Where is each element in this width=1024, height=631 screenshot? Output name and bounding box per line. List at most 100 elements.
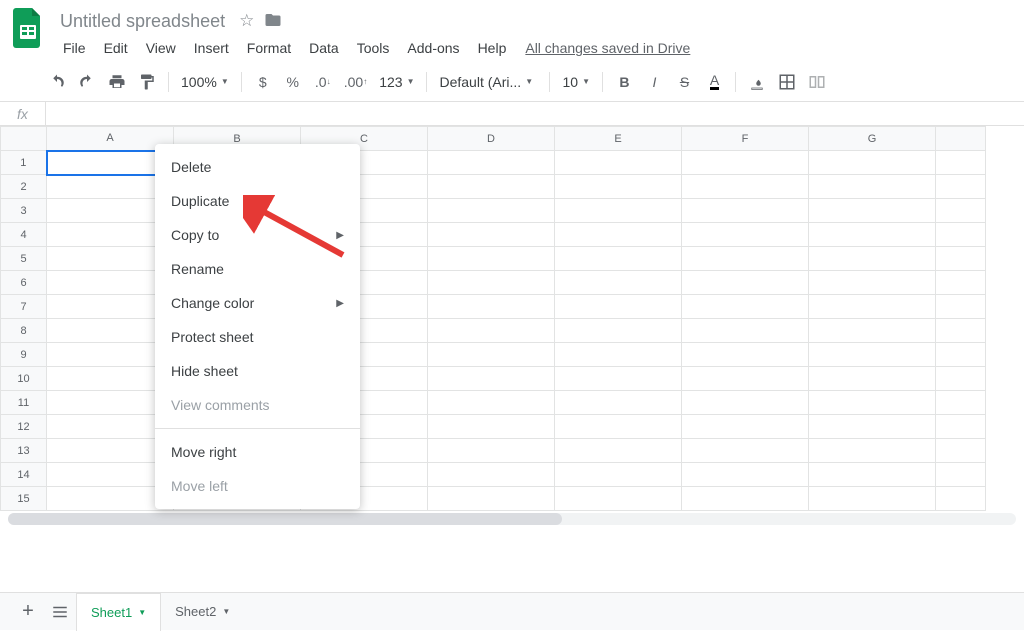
cell[interactable] <box>555 199 682 223</box>
menu-item-protect[interactable]: Protect sheet <box>155 320 360 354</box>
row-header[interactable]: 6 <box>1 271 47 295</box>
menu-help[interactable]: Help <box>469 36 516 60</box>
cell[interactable] <box>428 319 555 343</box>
cell[interactable] <box>428 247 555 271</box>
row-header[interactable]: 2 <box>1 175 47 199</box>
cell[interactable] <box>936 343 986 367</box>
cell[interactable] <box>809 319 936 343</box>
cell[interactable] <box>682 295 809 319</box>
number-format-dropdown[interactable]: 123▼ <box>373 74 420 90</box>
cell[interactable] <box>555 247 682 271</box>
cell[interactable] <box>428 487 555 511</box>
row-header[interactable]: 5 <box>1 247 47 271</box>
print-button[interactable] <box>104 69 130 95</box>
cell[interactable] <box>682 367 809 391</box>
cell[interactable] <box>428 295 555 319</box>
column-header[interactable]: E <box>555 127 682 151</box>
sheet-tab-sheet1[interactable]: Sheet1 ▼ <box>76 593 161 631</box>
cell[interactable] <box>428 223 555 247</box>
cell[interactable] <box>682 391 809 415</box>
cell[interactable] <box>682 247 809 271</box>
cell[interactable] <box>682 271 809 295</box>
cell[interactable] <box>682 151 809 175</box>
menu-file[interactable]: File <box>54 36 95 60</box>
paint-format-button[interactable] <box>134 69 160 95</box>
column-header[interactable]: F <box>682 127 809 151</box>
cell[interactable] <box>555 415 682 439</box>
all-sheets-button[interactable] <box>44 596 76 628</box>
menu-item-changecolor[interactable]: Change color▶ <box>155 286 360 320</box>
increase-decimal-button[interactable]: .00↑ <box>340 69 371 95</box>
strikethrough-button[interactable]: S <box>671 69 697 95</box>
cell[interactable] <box>555 295 682 319</box>
cell[interactable] <box>682 223 809 247</box>
horizontal-scrollbar[interactable] <box>8 513 1016 525</box>
italic-button[interactable]: I <box>641 69 667 95</box>
cell[interactable] <box>555 463 682 487</box>
row-header[interactable]: 12 <box>1 415 47 439</box>
font-dropdown[interactable]: Default (Ari...▼ <box>433 74 543 90</box>
document-title[interactable]: Untitled spreadsheet <box>54 11 231 32</box>
cell[interactable] <box>682 175 809 199</box>
undo-button[interactable] <box>44 69 70 95</box>
column-header[interactable] <box>936 127 986 151</box>
cell[interactable] <box>809 271 936 295</box>
cell[interactable] <box>936 295 986 319</box>
cell[interactable] <box>809 223 936 247</box>
cell[interactable] <box>555 487 682 511</box>
redo-button[interactable] <box>74 69 100 95</box>
cell[interactable] <box>682 415 809 439</box>
cell[interactable] <box>936 367 986 391</box>
menu-format[interactable]: Format <box>238 36 300 60</box>
cell[interactable] <box>555 271 682 295</box>
column-header[interactable]: D <box>428 127 555 151</box>
text-color-button[interactable]: A <box>701 69 727 95</box>
cell[interactable] <box>555 175 682 199</box>
cell[interactable] <box>555 223 682 247</box>
cell[interactable] <box>428 367 555 391</box>
cell[interactable] <box>809 487 936 511</box>
cell[interactable] <box>555 391 682 415</box>
menu-item-delete[interactable]: Delete <box>155 150 360 184</box>
cell[interactable] <box>809 151 936 175</box>
menu-addons[interactable]: Add-ons <box>398 36 468 60</box>
row-header[interactable]: 14 <box>1 463 47 487</box>
row-header[interactable]: 1 <box>1 151 47 175</box>
row-header[interactable]: 15 <box>1 487 47 511</box>
row-header[interactable]: 4 <box>1 223 47 247</box>
cell[interactable] <box>428 151 555 175</box>
sheet-tab-sheet2[interactable]: Sheet2 ▼ <box>161 593 244 631</box>
cell[interactable] <box>428 463 555 487</box>
row-header[interactable]: 10 <box>1 367 47 391</box>
menu-item-rename[interactable]: Rename <box>155 252 360 286</box>
row-header[interactable]: 9 <box>1 343 47 367</box>
menu-tools[interactable]: Tools <box>348 36 399 60</box>
cell[interactable] <box>555 343 682 367</box>
sheets-logo[interactable] <box>8 8 48 48</box>
cell[interactable] <box>809 199 936 223</box>
star-icon[interactable]: ☆ <box>239 11 254 31</box>
cell[interactable] <box>809 439 936 463</box>
row-header[interactable]: 3 <box>1 199 47 223</box>
menu-item-copyto[interactable]: Copy to▶ <box>155 218 360 252</box>
cell[interactable] <box>682 463 809 487</box>
font-size-dropdown[interactable]: 10▼ <box>556 74 596 90</box>
cell[interactable] <box>936 319 986 343</box>
cell[interactable] <box>936 199 986 223</box>
cell[interactable] <box>809 175 936 199</box>
row-header[interactable]: 13 <box>1 439 47 463</box>
move-folder-icon[interactable] <box>264 11 282 32</box>
cell[interactable] <box>428 343 555 367</box>
row-header[interactable]: 7 <box>1 295 47 319</box>
formula-input[interactable] <box>46 102 1024 125</box>
menu-edit[interactable]: Edit <box>95 36 137 60</box>
cell[interactable] <box>682 199 809 223</box>
cell[interactable] <box>936 175 986 199</box>
cell[interactable] <box>936 247 986 271</box>
row-header[interactable]: 8 <box>1 319 47 343</box>
cell[interactable] <box>809 463 936 487</box>
cell[interactable] <box>555 367 682 391</box>
row-header[interactable]: 11 <box>1 391 47 415</box>
menu-data[interactable]: Data <box>300 36 348 60</box>
add-sheet-button[interactable]: + <box>12 596 44 628</box>
